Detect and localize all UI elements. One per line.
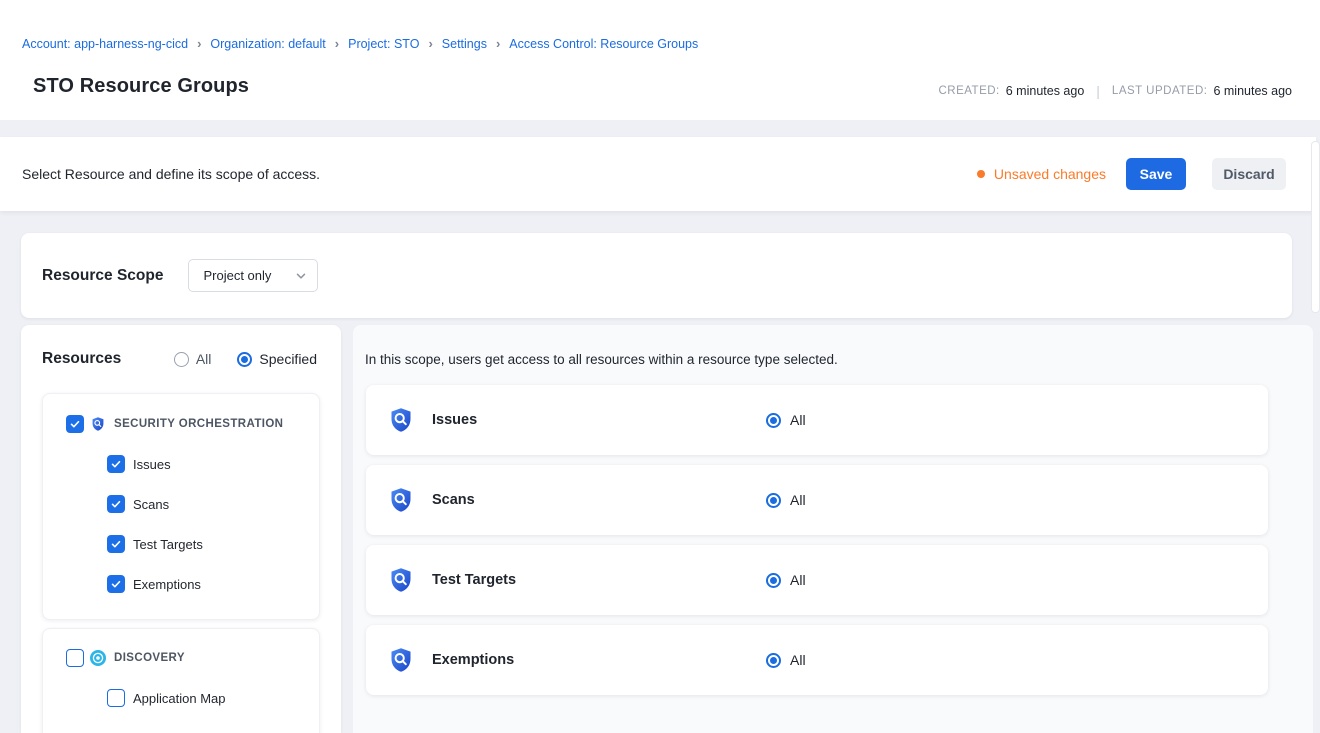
mode-all-radio[interactable]: All [174,351,212,367]
resources-title: Resources [42,350,174,368]
scope-description: In this scope, users get access to all r… [365,352,838,367]
breadcrumb: Account: app-harness-ng-cicd › Organizat… [22,37,698,51]
resource-card-title: Exemptions [432,652,514,668]
resource-scope-selected: Project only [203,268,295,283]
breadcrumb-account[interactable]: Account: app-harness-ng-cicd [22,37,188,51]
breadcrumb-separator: › [197,37,201,50]
access-all-radio[interactable] [766,573,781,588]
toolbar-description: Select Resource and define its scope of … [22,166,320,182]
checkbox-exemptions[interactable] [107,575,125,593]
resource-card-title: Issues [432,412,477,428]
resource-scope-card: Resource Scope Project only [21,233,1292,318]
page-header: Account: app-harness-ng-cicd › Organizat… [0,0,1320,120]
check-icon [110,458,122,470]
mode-all-label: All [196,351,212,367]
last-updated-value: 6 minutes ago [1213,84,1292,98]
created-value: 6 minutes ago [1006,84,1085,98]
mode-specified-radio[interactable]: Specified [237,351,317,367]
resources-panel: Resources All Specified SECURITY ORCHEST… [21,325,341,733]
sto-shield-icon [387,406,415,434]
resource-access-panel: In this scope, users get access to all r… [353,325,1313,733]
child-label: Issues [133,457,171,472]
sto-shield-icon [387,486,415,514]
breadcrumb-separator: › [496,37,500,50]
scrollbar-thumb[interactable] [1311,141,1320,313]
resource-card-exemptions: Exemptions All [366,625,1268,695]
resource-card-scans: Scans All [366,465,1268,535]
discard-button[interactable]: Discard [1212,158,1286,190]
action-toolbar: Select Resource and define its scope of … [0,137,1316,211]
access-all-label: All [790,492,806,508]
mode-specified-label: Specified [259,351,317,367]
access-all-radio[interactable] [766,413,781,428]
last-updated-label: LAST UPDATED: [1112,85,1208,97]
checkbox-test-targets[interactable] [107,535,125,553]
check-icon [110,498,122,510]
check-icon [110,538,122,550]
unsaved-changes-text: Unsaved changes [994,166,1106,182]
meta-info: CREATED: 6 minutes ago | LAST UPDATED: 6… [938,83,1292,99]
checkbox-application-map[interactable] [107,689,125,707]
access-all-radio[interactable] [766,493,781,508]
sto-shield-icon [387,566,415,594]
resource-card-issues: Issues All [366,385,1268,455]
access-all-label: All [790,652,806,668]
sto-shield-icon [90,416,106,432]
breadcrumb-separator: › [428,37,432,50]
sto-shield-icon [387,646,415,674]
child-label: Application Map [133,691,226,706]
unsaved-changes-dot-icon [977,170,985,178]
resource-card-test-targets: Test Targets All [366,545,1268,615]
breadcrumb-separator: › [335,37,339,50]
checkbox-discovery[interactable] [66,649,84,667]
access-all-label: All [790,572,806,588]
group-card-discovery: DISCOVERY Application Map [42,628,320,733]
meta-divider: | [1096,83,1100,99]
child-label: Test Targets [133,537,203,552]
breadcrumb-settings[interactable]: Settings [442,37,487,51]
access-all-label: All [790,412,806,428]
radio-selected-icon[interactable] [237,352,252,367]
child-label: Exemptions [133,577,201,592]
child-label: Scans [133,497,169,512]
checkbox-issues[interactable] [107,455,125,473]
resource-card-title: Scans [432,492,475,508]
breadcrumb-resource-groups[interactable]: Access Control: Resource Groups [509,37,698,51]
group-card-security-orchestration: SECURITY ORCHESTRATION Issues Scans [42,393,320,620]
breadcrumb-organization[interactable]: Organization: default [210,37,325,51]
breadcrumb-project[interactable]: Project: STO [348,37,419,51]
radio-unselected-icon[interactable] [174,352,189,367]
access-all-radio[interactable] [766,653,781,668]
group-label: DISCOVERY [114,652,185,664]
resource-scope-dropdown[interactable]: Project only [188,259,318,292]
group-label: SECURITY ORCHESTRATION [114,418,283,430]
check-icon [110,578,122,590]
discovery-icon [90,650,106,666]
check-icon [69,418,81,430]
created-label: CREATED: [938,85,999,97]
checkbox-scans[interactable] [107,495,125,513]
resource-scope-label: Resource Scope [42,267,163,285]
toolbar-actions: Unsaved changes Save Discard [977,158,1286,190]
chevron-down-icon [295,270,307,282]
page-title: STO Resource Groups [33,75,249,98]
checkbox-security-orchestration[interactable] [66,415,84,433]
save-button[interactable]: Save [1126,158,1186,190]
resource-card-title: Test Targets [432,572,516,588]
